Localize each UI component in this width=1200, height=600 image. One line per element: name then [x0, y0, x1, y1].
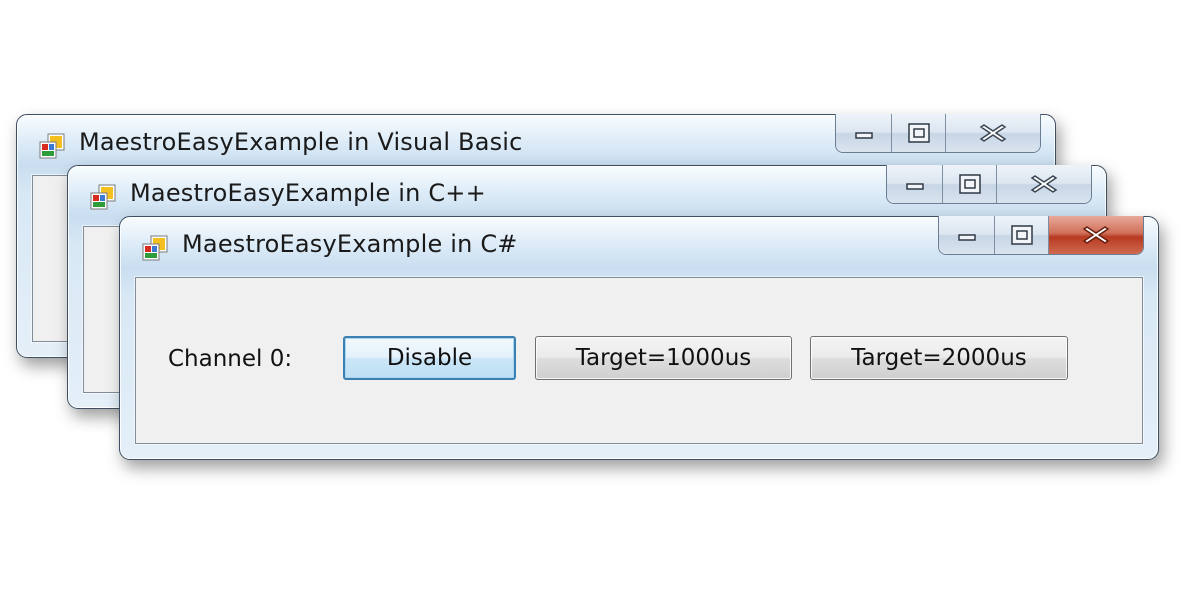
window-title: MaestroEasyExample in Visual Basic [79, 128, 523, 156]
caption-buttons [938, 216, 1144, 255]
window-title: MaestroEasyExample in C# [182, 230, 518, 258]
maximize-icon [1010, 225, 1033, 245]
caption-buttons [886, 165, 1092, 204]
caption-buttons [835, 114, 1041, 153]
minimize-button[interactable] [939, 216, 995, 254]
close-button[interactable] [997, 165, 1091, 203]
close-icon [1030, 175, 1058, 193]
target-1000us-button[interactable]: Target=1000us [535, 336, 792, 380]
maximize-icon [907, 123, 930, 143]
window-title: MaestroEasyExample in C++ [130, 179, 486, 207]
close-button[interactable] [1049, 216, 1143, 254]
minimize-button[interactable] [887, 165, 943, 203]
app-icon [142, 235, 168, 261]
disable-button[interactable]: Disable [343, 336, 516, 380]
minimize-icon [905, 183, 924, 190]
app-icon [39, 133, 65, 159]
channel-label: Channel 0: [168, 346, 293, 372]
minimize-icon [957, 234, 976, 241]
target-2000us-button[interactable]: Target=2000us [810, 336, 1068, 380]
close-icon [1082, 226, 1110, 244]
close-button[interactable] [946, 114, 1040, 152]
close-icon [979, 124, 1007, 142]
app-icon [90, 184, 116, 210]
maximize-icon [958, 174, 981, 194]
minimize-icon [854, 132, 873, 139]
maximize-button[interactable] [995, 216, 1049, 254]
window-csharp[interactable]: MaestroEasyExample in C# Channel 0: Disa… [119, 216, 1159, 460]
minimize-button[interactable] [836, 114, 892, 152]
maximize-button[interactable] [943, 165, 997, 203]
client-area: Channel 0: Disable Target=1000us Target=… [135, 277, 1143, 444]
maximize-button[interactable] [892, 114, 946, 152]
